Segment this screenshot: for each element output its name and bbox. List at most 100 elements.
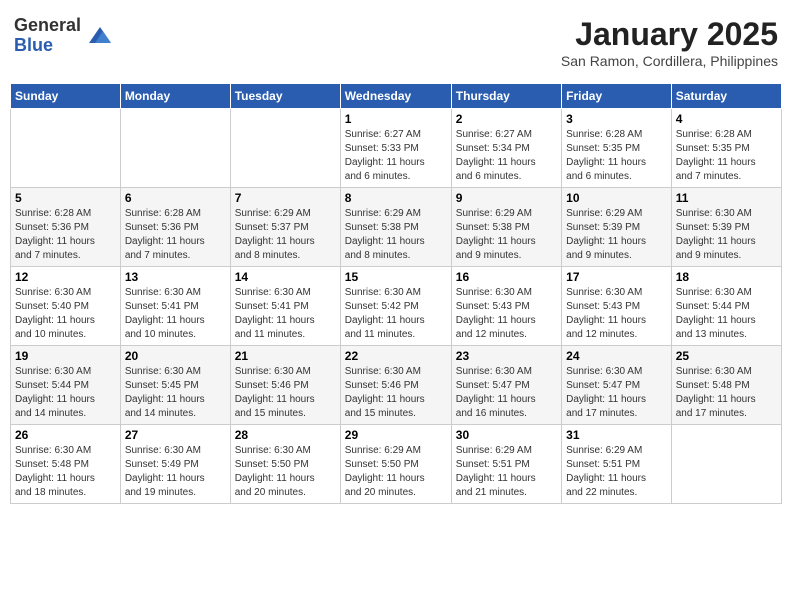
day-info: Sunrise: 6:29 AM Sunset: 5:38 PM Dayligh…: [456, 207, 557, 263]
day-number: 7: [235, 191, 336, 205]
calendar-cell: 16 Sunrise: 6:30 AM Sunset: 5:43 PM Dayli…: [451, 267, 561, 346]
day-info: Sunrise: 6:30 AM Sunset: 5:50 PM Dayligh…: [235, 444, 336, 500]
calendar-cell: 12 Sunrise: 6:30 AM Sunset: 5:40 PM Dayli…: [11, 267, 121, 346]
calendar-cell: [671, 425, 781, 504]
day-number: 15: [345, 270, 447, 284]
calendar-cell: 23 Sunrise: 6:30 AM Sunset: 5:47 PM Dayli…: [451, 346, 561, 425]
calendar-cell: 20Sunrise: 6:30 AM Sunset: 5:45 PM Dayli…: [120, 346, 230, 425]
calendar-cell: 13 Sunrise: 6:30 AM Sunset: 5:41 PM Dayli…: [120, 267, 230, 346]
day-info: Sunrise: 6:30 AM Sunset: 5:39 PM Dayligh…: [676, 207, 777, 263]
calendar-table: Sunday Monday Tuesday Wednesday Thursday…: [10, 83, 782, 504]
day-info: Sunrise: 6:30 AM Sunset: 5:49 PM Dayligh…: [125, 444, 226, 500]
day-info: Sunrise: 6:30 AM Sunset: 5:40 PM Dayligh…: [15, 286, 116, 342]
calendar-week-1: 1 Sunrise: 6:27 AM Sunset: 5:33 PM Daylig…: [11, 109, 782, 188]
day-info: Sunrise: 6:30 AM Sunset: 5:43 PM Dayligh…: [566, 286, 667, 342]
day-info: Sunrise: 6:29 AM Sunset: 5:39 PM Dayligh…: [566, 207, 667, 263]
day-info: Sunrise: 6:30 AM Sunset: 5:47 PM Dayligh…: [456, 365, 557, 421]
calendar-cell: 1 Sunrise: 6:27 AM Sunset: 5:33 PM Daylig…: [340, 109, 451, 188]
day-number: 9: [456, 191, 557, 205]
calendar-cell: 27 Sunrise: 6:30 AM Sunset: 5:49 PM Dayli…: [120, 425, 230, 504]
day-number: 14: [235, 270, 336, 284]
day-info: Sunrise: 6:28 AM Sunset: 5:35 PM Dayligh…: [566, 128, 667, 184]
day-number: 20: [125, 349, 226, 363]
calendar-cell: 29 Sunrise: 6:29 AM Sunset: 5:50 PM Dayli…: [340, 425, 451, 504]
day-info: Sunrise: 6:30 AM Sunset: 5:48 PM Dayligh…: [676, 365, 777, 421]
calendar-cell: 17 Sunrise: 6:30 AM Sunset: 5:43 PM Dayli…: [562, 267, 672, 346]
calendar-cell: 11 Sunrise: 6:30 AM Sunset: 5:39 PM Dayli…: [671, 188, 781, 267]
logo-blue-text: Blue: [14, 36, 81, 56]
day-number: 31: [566, 428, 667, 442]
col-monday: Monday: [120, 84, 230, 109]
day-number: 10: [566, 191, 667, 205]
calendar-cell: 2Sunrise: 6:27 AM Sunset: 5:34 PM Daylig…: [451, 109, 561, 188]
day-number: 21: [235, 349, 336, 363]
title-area: January 2025 San Ramon, Cordillera, Phil…: [561, 16, 778, 69]
day-info: Sunrise: 6:27 AM Sunset: 5:34 PM Dayligh…: [456, 128, 557, 184]
calendar-cell: 4Sunrise: 6:28 AM Sunset: 5:35 PM Daylig…: [671, 109, 781, 188]
logo-icon: [85, 21, 115, 51]
day-number: 24: [566, 349, 667, 363]
calendar-cell: [120, 109, 230, 188]
calendar-cell: 22 Sunrise: 6:30 AM Sunset: 5:46 PM Dayli…: [340, 346, 451, 425]
day-number: 30: [456, 428, 557, 442]
day-number: 29: [345, 428, 447, 442]
calendar-cell: 6Sunrise: 6:28 AM Sunset: 5:36 PM Daylig…: [120, 188, 230, 267]
day-info: Sunrise: 6:30 AM Sunset: 5:41 PM Dayligh…: [125, 286, 226, 342]
day-info: Sunrise: 6:29 AM Sunset: 5:51 PM Dayligh…: [566, 444, 667, 500]
calendar-cell: 19 Sunrise: 6:30 AM Sunset: 5:44 PM Dayli…: [11, 346, 121, 425]
calendar-cell: 3Sunrise: 6:28 AM Sunset: 5:35 PM Daylig…: [562, 109, 672, 188]
calendar-week-5: 26 Sunrise: 6:30 AM Sunset: 5:48 PM Dayli…: [11, 425, 782, 504]
col-tuesday: Tuesday: [230, 84, 340, 109]
day-info: Sunrise: 6:30 AM Sunset: 5:48 PM Dayligh…: [15, 444, 116, 500]
day-number: 16: [456, 270, 557, 284]
calendar-cell: [230, 109, 340, 188]
calendar-cell: 8Sunrise: 6:29 AM Sunset: 5:38 PM Daylig…: [340, 188, 451, 267]
day-number: 13: [125, 270, 226, 284]
calendar-week-2: 5Sunrise: 6:28 AM Sunset: 5:36 PM Daylig…: [11, 188, 782, 267]
col-wednesday: Wednesday: [340, 84, 451, 109]
calendar-cell: 21 Sunrise: 6:30 AM Sunset: 5:46 PM Dayli…: [230, 346, 340, 425]
calendar-cell: 18 Sunrise: 6:30 AM Sunset: 5:44 PM Dayli…: [671, 267, 781, 346]
day-info: Sunrise: 6:30 AM Sunset: 5:46 PM Dayligh…: [345, 365, 447, 421]
day-info: Sunrise: 6:29 AM Sunset: 5:51 PM Dayligh…: [456, 444, 557, 500]
day-number: 12: [15, 270, 116, 284]
day-info: Sunrise: 6:29 AM Sunset: 5:37 PM Dayligh…: [235, 207, 336, 263]
day-number: 27: [125, 428, 226, 442]
col-saturday: Saturday: [671, 84, 781, 109]
day-number: 26: [15, 428, 116, 442]
calendar-cell: 26 Sunrise: 6:30 AM Sunset: 5:48 PM Dayli…: [11, 425, 121, 504]
calendar-cell: 25Sunrise: 6:30 AM Sunset: 5:48 PM Dayli…: [671, 346, 781, 425]
day-info: Sunrise: 6:28 AM Sunset: 5:35 PM Dayligh…: [676, 128, 777, 184]
day-number: 17: [566, 270, 667, 284]
day-number: 19: [15, 349, 116, 363]
calendar-week-4: 19 Sunrise: 6:30 AM Sunset: 5:44 PM Dayli…: [11, 346, 782, 425]
day-number: 23: [456, 349, 557, 363]
location-text: San Ramon, Cordillera, Philippines: [561, 53, 778, 69]
day-info: Sunrise: 6:30 AM Sunset: 5:44 PM Dayligh…: [676, 286, 777, 342]
calendar-cell: 24Sunrise: 6:30 AM Sunset: 5:47 PM Dayli…: [562, 346, 672, 425]
day-info: Sunrise: 6:27 AM Sunset: 5:33 PM Dayligh…: [345, 128, 447, 184]
logo: General Blue: [14, 16, 115, 56]
calendar-cell: 14 Sunrise: 6:30 AM Sunset: 5:41 PM Dayli…: [230, 267, 340, 346]
day-info: Sunrise: 6:30 AM Sunset: 5:44 PM Dayligh…: [15, 365, 116, 421]
day-info: Sunrise: 6:30 AM Sunset: 5:42 PM Dayligh…: [345, 286, 447, 342]
day-number: 11: [676, 191, 777, 205]
calendar-header-row: Sunday Monday Tuesday Wednesday Thursday…: [11, 84, 782, 109]
day-info: Sunrise: 6:30 AM Sunset: 5:46 PM Dayligh…: [235, 365, 336, 421]
col-friday: Friday: [562, 84, 672, 109]
calendar-cell: 31 Sunrise: 6:29 AM Sunset: 5:51 PM Dayli…: [562, 425, 672, 504]
day-info: Sunrise: 6:29 AM Sunset: 5:50 PM Dayligh…: [345, 444, 447, 500]
calendar-cell: 9 Sunrise: 6:29 AM Sunset: 5:38 PM Daylig…: [451, 188, 561, 267]
day-info: Sunrise: 6:29 AM Sunset: 5:38 PM Dayligh…: [345, 207, 447, 263]
day-number: 22: [345, 349, 447, 363]
calendar-week-3: 12 Sunrise: 6:30 AM Sunset: 5:40 PM Dayli…: [11, 267, 782, 346]
calendar-cell: 30 Sunrise: 6:29 AM Sunset: 5:51 PM Dayli…: [451, 425, 561, 504]
day-info: Sunrise: 6:30 AM Sunset: 5:41 PM Dayligh…: [235, 286, 336, 342]
calendar-cell: 15 Sunrise: 6:30 AM Sunset: 5:42 PM Dayli…: [340, 267, 451, 346]
calendar-cell: [11, 109, 121, 188]
day-number: 28: [235, 428, 336, 442]
month-title: January 2025: [561, 16, 778, 53]
day-number: 1: [345, 112, 447, 126]
day-number: 18: [676, 270, 777, 284]
day-info: Sunrise: 6:30 AM Sunset: 5:43 PM Dayligh…: [456, 286, 557, 342]
